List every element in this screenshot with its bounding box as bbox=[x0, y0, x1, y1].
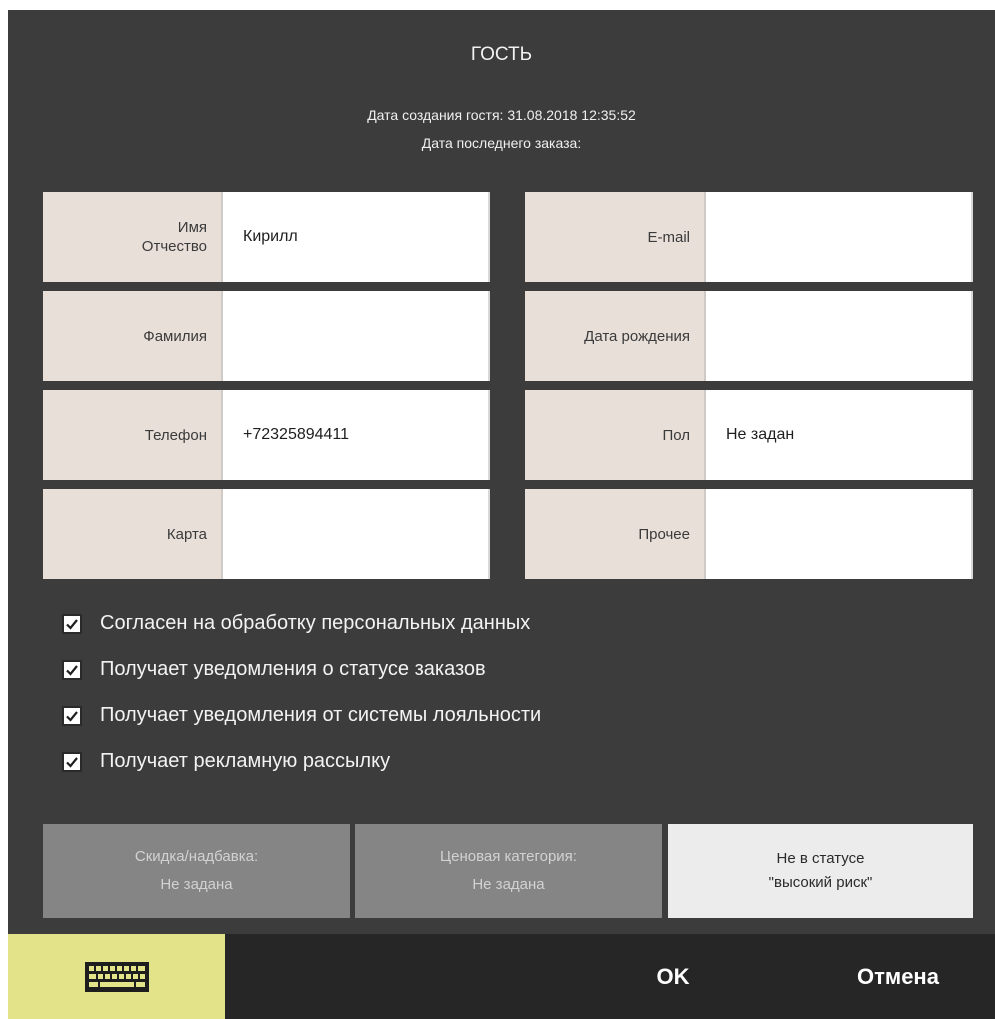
guest-dialog: ГОСТЬ Дата создания гостя: 31.08.2018 12… bbox=[8, 10, 995, 1019]
created-date-text: Дата создания гостя: 31.08.2018 12:35:52 bbox=[367, 107, 636, 123]
high-risk-status-button[interactable]: Не в статусе "высокий риск" bbox=[668, 824, 973, 918]
keyboard-icon bbox=[84, 961, 149, 992]
birthday-label: Дата рождения bbox=[525, 291, 706, 381]
ads-mailing-label: Получает рекламную рассылку bbox=[100, 750, 391, 772]
checkbox-checked-icon[interactable] bbox=[62, 705, 82, 726]
order-status-notify-label: Получает уведомления о статусе заказов bbox=[100, 658, 486, 680]
ok-button[interactable]: OK bbox=[598, 934, 748, 1019]
first-name-input[interactable]: Кирилл bbox=[223, 192, 490, 282]
consent-checkbox-row[interactable]: Согласен на обработку персональных данны… bbox=[62, 612, 530, 635]
first-name-label: Имя Отчество bbox=[43, 192, 223, 282]
checkbox-checked-icon[interactable] bbox=[62, 613, 82, 634]
cancel-button[interactable]: Отмена bbox=[808, 934, 988, 1019]
other-input[interactable] bbox=[706, 489, 973, 579]
high-risk-status-line2: "высокий риск" bbox=[768, 874, 873, 891]
last-name-label: Фамилия bbox=[43, 291, 223, 381]
gender-field[interactable]: Пол Не задан bbox=[525, 390, 973, 480]
phone-input[interactable]: +72325894411 bbox=[223, 390, 490, 480]
order-status-notify-checkbox-row[interactable]: Получает уведомления о статусе заказов bbox=[62, 658, 486, 681]
loyalty-notify-checkbox-row[interactable]: Получает уведомления от системы лояльнос… bbox=[62, 704, 541, 727]
other-label: Прочее bbox=[525, 489, 706, 579]
price-category-button-title: Ценовая категория: bbox=[440, 848, 577, 865]
last-order-date-text: Дата последнего заказа: bbox=[421, 135, 582, 151]
dialog-title: ГОСТЬ bbox=[470, 44, 533, 65]
price-category-button-value: Не задана bbox=[472, 876, 545, 893]
gender-select[interactable]: Не задан bbox=[706, 390, 973, 480]
phone-label: Телефон bbox=[43, 390, 223, 480]
phone-field[interactable]: Телефон +72325894411 bbox=[43, 390, 490, 480]
last-name-input[interactable] bbox=[223, 291, 490, 381]
gender-label: Пол bbox=[525, 390, 706, 480]
checkbox-checked-icon[interactable] bbox=[62, 659, 82, 680]
card-input[interactable] bbox=[223, 489, 490, 579]
keyboard-button[interactable] bbox=[8, 934, 225, 1019]
ads-mailing-checkbox-row[interactable]: Получает рекламную рассылку bbox=[62, 750, 390, 773]
price-category-button[interactable]: Ценовая категория: Не задана bbox=[355, 824, 662, 918]
other-field[interactable]: Прочее bbox=[525, 489, 973, 579]
birthday-input[interactable] bbox=[706, 291, 973, 381]
card-label: Карта bbox=[43, 489, 223, 579]
dialog-footer: OK Отмена bbox=[8, 934, 995, 1019]
card-field[interactable]: Карта bbox=[43, 489, 490, 579]
checkbox-checked-icon[interactable] bbox=[62, 751, 82, 772]
high-risk-status-line1: Не в статусе bbox=[776, 850, 865, 867]
discount-button-value: Не задана bbox=[160, 876, 233, 893]
email-input[interactable] bbox=[706, 192, 973, 282]
first-name-field[interactable]: Имя Отчество Кирилл bbox=[43, 192, 490, 282]
discount-button-title: Скидка/надбавка: bbox=[134, 848, 259, 865]
email-field[interactable]: E-mail bbox=[525, 192, 973, 282]
consent-checkbox-label: Согласен на обработку персональных данны… bbox=[100, 612, 531, 634]
loyalty-notify-label: Получает уведомления от системы лояльнос… bbox=[100, 704, 542, 726]
discount-button[interactable]: Скидка/надбавка: Не задана bbox=[43, 824, 350, 918]
last-name-field[interactable]: Фамилия bbox=[43, 291, 490, 381]
email-label: E-mail bbox=[525, 192, 706, 282]
birthday-field[interactable]: Дата рождения bbox=[525, 291, 973, 381]
